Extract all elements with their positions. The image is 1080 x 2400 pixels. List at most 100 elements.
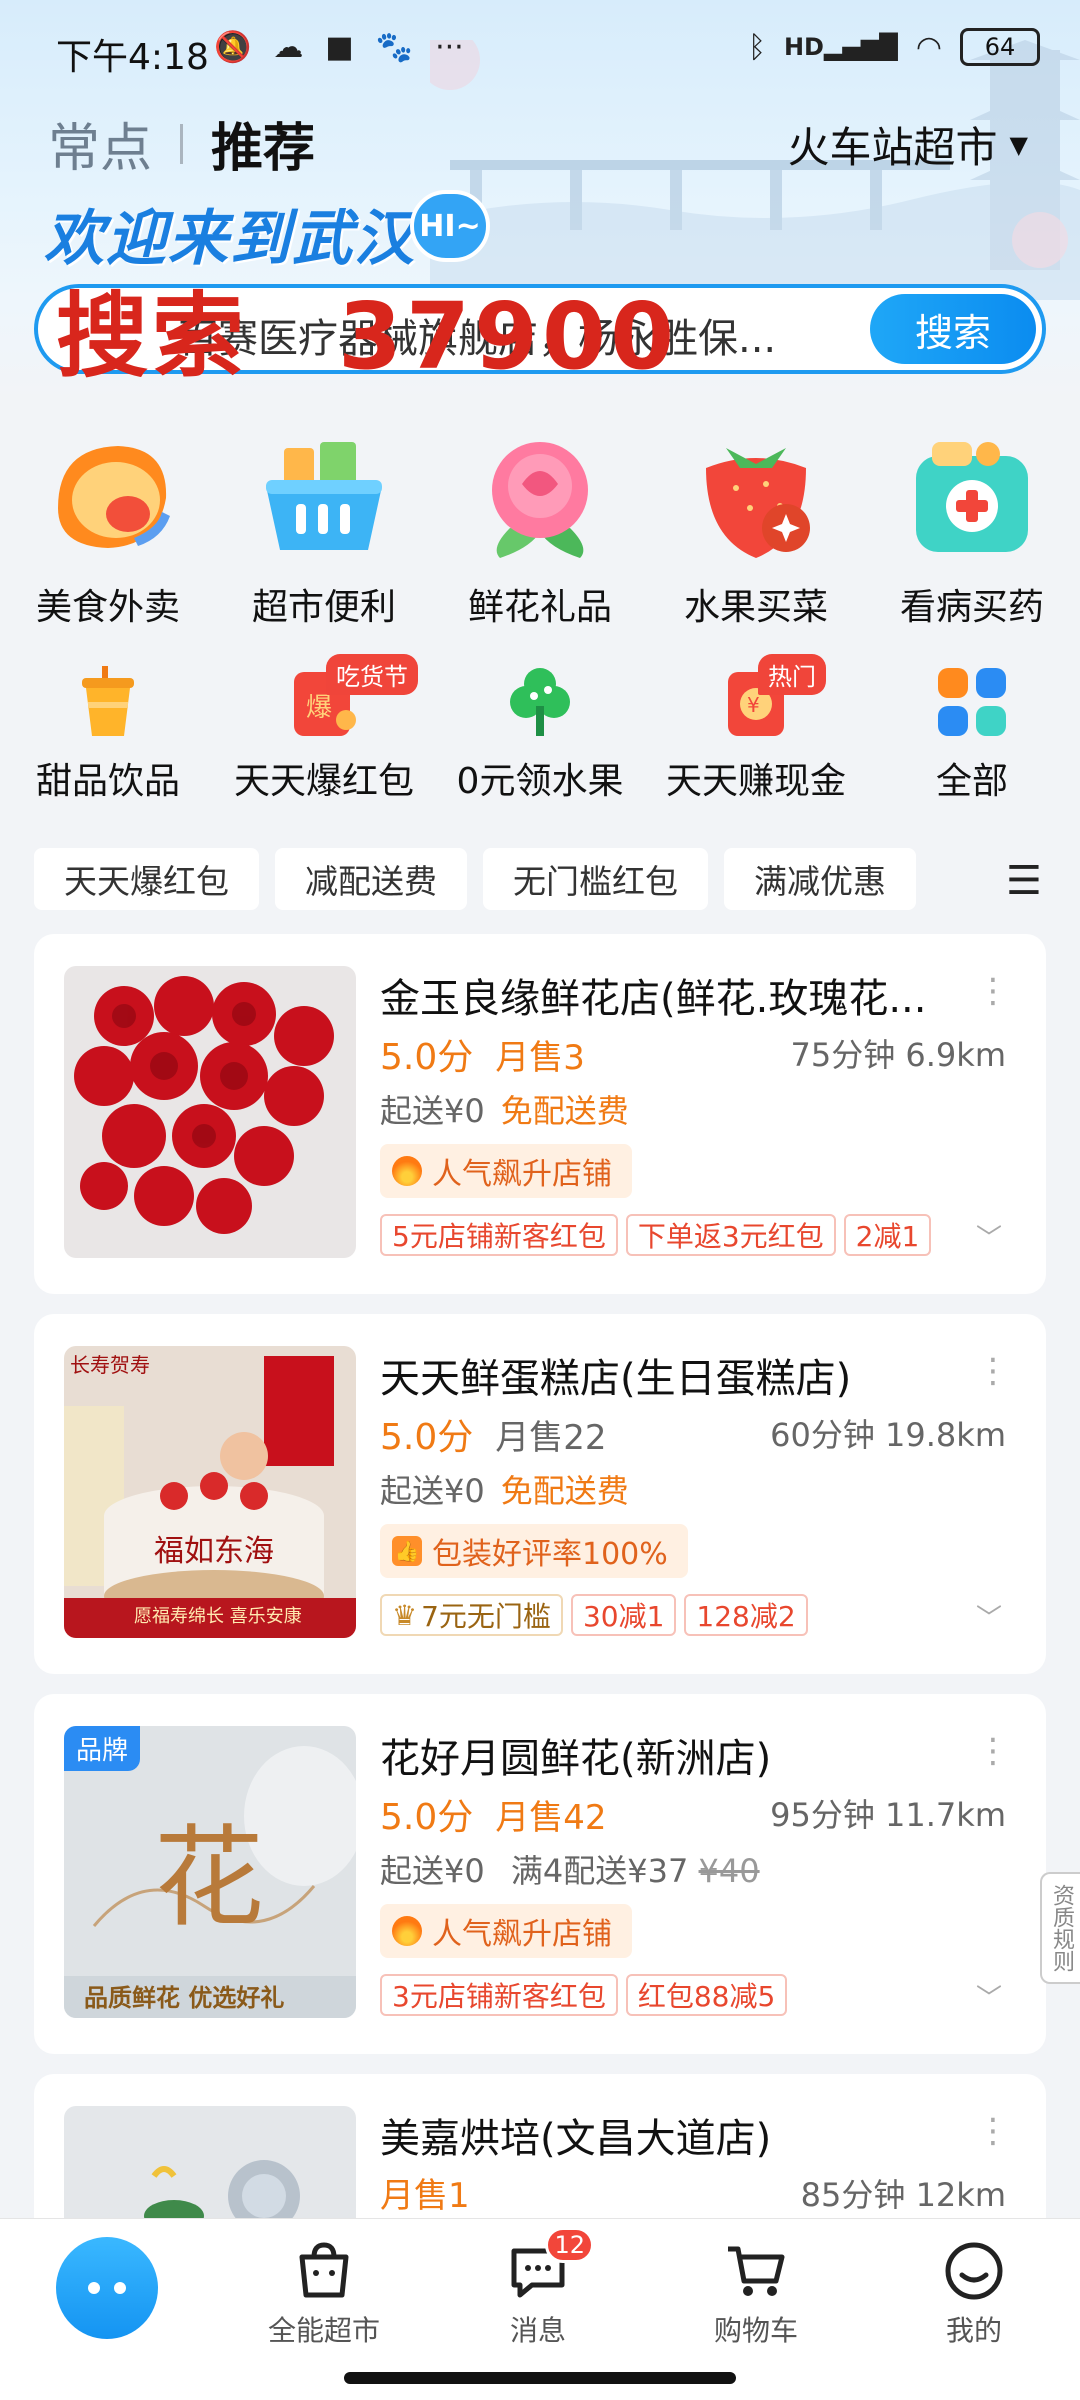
overlay-word: 搜索 xyxy=(56,283,249,390)
home-indicator xyxy=(344,2372,736,2384)
svg-text:花: 花 xyxy=(154,1814,264,1942)
home-button[interactable] xyxy=(56,2237,158,2339)
chevron-down-icon[interactable]: ﹀ xyxy=(976,1218,1002,1255)
store-sales: 月售1 xyxy=(380,2176,470,2216)
delivery-fee: 免配送费 xyxy=(500,1092,629,1130)
signal-icon: HD▂▄▆█ xyxy=(783,33,898,61)
more-options-icon[interactable]: ⋮ xyxy=(976,1734,1010,1768)
min-order: 起送¥0 xyxy=(380,1852,485,1890)
store-badge: 👍 包装好评率100% xyxy=(380,1524,688,1578)
food-delivery-icon xyxy=(38,428,178,568)
store-score: 5.0分 xyxy=(380,1797,474,1838)
fire-icon xyxy=(392,1156,422,1186)
tab-recommend[interactable]: 推荐 xyxy=(211,106,315,181)
filter-menu-icon[interactable]: ☰ xyxy=(1006,858,1042,904)
category-supermarket[interactable]: 超市便利 xyxy=(216,428,432,630)
status-time: 下午4:18 xyxy=(56,37,209,78)
min-order: 起送¥0 xyxy=(380,1472,485,1510)
promo-tags: ♛ 7元无门槛 30减1 128减2 xyxy=(380,1594,808,1636)
promo-tag: ♛ 7元无门槛 xyxy=(380,1594,563,1636)
unread-badge: 12 xyxy=(545,2227,594,2263)
profile-smile-icon xyxy=(942,2239,1006,2303)
store-image-roses xyxy=(64,966,356,1258)
promo-tag: 128减2 xyxy=(684,1594,808,1636)
category-food-delivery[interactable]: 美食外卖 xyxy=(0,428,216,630)
category-desserts-drinks[interactable]: 甜品饮品 xyxy=(0,662,216,804)
category-earn-cash[interactable]: 热门 ¥ 天天赚现金 xyxy=(648,654,864,804)
svg-text:爆: 爆 xyxy=(306,693,332,723)
store-card[interactable]: 品牌 花 品质鲜花 优选好礼 花好月圆鲜花(新洲店) ⋮ 5.0分 月售42 95… xyxy=(34,1694,1046,2054)
store-eta: 75分钟 6.9km xyxy=(790,1036,1007,1074)
filter-no-threshold[interactable]: 无门槛红包 xyxy=(483,848,708,910)
qualification-rules-tab[interactable]: 资质规则 xyxy=(1040,1872,1080,1984)
chevron-down-icon[interactable]: ﹀ xyxy=(976,1978,1002,2015)
store-eta: 60分钟 19.8km xyxy=(770,1416,1006,1454)
shopping-basket-icon xyxy=(254,428,394,568)
status-bar: 下午4:18 🔕 ☁ ■ 🐾 ··· ᛒ HD▂▄▆█ ◠ 64 xyxy=(0,0,1080,104)
strawberry-icon xyxy=(686,428,826,568)
cloud-app-icon: ☁ xyxy=(273,30,304,65)
tab-frequent[interactable]: 常点 xyxy=(48,106,152,181)
category-row-primary: 美食外卖 超市便利 鲜花礼品 水果买菜 看病买药 xyxy=(0,428,1080,630)
promo-tag: 5元店铺新客红包 xyxy=(380,1214,618,1256)
filter-discounts[interactable]: 满减优惠 xyxy=(724,848,916,910)
caret-down-icon: ▼ xyxy=(1009,130,1028,159)
store-sales: 月售3 xyxy=(495,1038,585,1078)
store-sales: 月售42 xyxy=(495,1798,607,1838)
promo-tags: 3元店铺新客红包 红包88减5 xyxy=(380,1974,788,2016)
more-options-icon[interactable]: ⋮ xyxy=(976,1354,1010,1388)
filter-daily-red-packet[interactable]: 天天爆红包 xyxy=(34,848,259,910)
category-flowers[interactable]: 鲜花礼品 xyxy=(432,428,648,630)
top-tabs: 常点 推荐 xyxy=(48,106,315,181)
store-eta: 95分钟 11.7km xyxy=(770,1796,1006,1834)
delivery-fee: 免配送费 xyxy=(500,1472,629,1510)
food-festival-tag: 吃货节 xyxy=(326,654,418,695)
category-free-fruit[interactable]: 0元领水果 xyxy=(432,662,648,804)
store-image-cake: 长寿贺寿 愿福寿绵长 喜乐安康 福如东海 xyxy=(64,1346,356,1638)
store-name[interactable]: 天天鲜蛋糕店(生日蛋糕店) xyxy=(380,1346,960,1404)
store-name[interactable]: 花好月圆鲜花(新洲店) xyxy=(380,1726,960,1784)
category-all[interactable]: 全部 xyxy=(864,662,1080,804)
overlay-number: 37900 xyxy=(338,283,679,390)
fire-icon xyxy=(392,1916,422,1946)
svg-text:愿福寿绵长 喜乐安康: 愿福寿绵长 喜乐安康 xyxy=(134,1606,302,1627)
promo-tag: 2减1 xyxy=(843,1214,932,1256)
svg-text:品质鲜花 优选好礼: 品质鲜花 优选好礼 xyxy=(84,1984,284,2012)
store-card[interactable]: 长寿贺寿 愿福寿绵长 喜乐安康 福如东海 天天鲜蛋糕店(生日蛋糕店) ⋮ 5.0… xyxy=(34,1314,1046,1674)
category-fruit-veg[interactable]: 水果买菜 xyxy=(648,428,864,630)
category-medicine[interactable]: 看病买药 xyxy=(864,428,1080,630)
promo-tag: 30减1 xyxy=(570,1594,677,1636)
store-badge: 人气飙升店铺 xyxy=(380,1144,632,1198)
store-card[interactable]: 金玉良缘鲜花店(鲜花.玫瑰花... ⋮ 5.0分 月售3 75分钟 6.9km 起… xyxy=(34,934,1046,1294)
thumbs-up-icon: 👍 xyxy=(392,1536,422,1566)
more-options-icon[interactable]: ⋮ xyxy=(976,974,1010,1008)
promo-tags: 5元店铺新客红包 下单返3元红包 2减1 xyxy=(380,1214,932,1256)
delivery-fee-original: ¥40 xyxy=(698,1852,760,1890)
store-name[interactable]: 美嘉烘培(文昌大道店) xyxy=(380,2106,960,2164)
svg-text:长寿贺寿: 长寿贺寿 xyxy=(70,1353,150,1377)
nav-messages[interactable]: 12 消息 xyxy=(468,2227,608,2349)
message-icon: 12 xyxy=(506,2227,594,2303)
brand-tag: 品牌 xyxy=(64,1726,141,1771)
category-daily-red-packet[interactable]: 吃货节 爆 天天爆红包 xyxy=(216,654,432,804)
store-sales: 月售22 xyxy=(495,1418,607,1458)
nav-cart[interactable]: 购物车 xyxy=(686,2239,826,2349)
svg-text:福如东海: 福如东海 xyxy=(154,1534,274,1569)
tab-divider xyxy=(180,123,184,164)
filter-chips: 天天爆红包 减配送费 无门槛红包 满减优惠 xyxy=(34,848,916,910)
mute-bell-icon: 🔕 xyxy=(214,30,252,65)
nav-all-market[interactable]: 全能超市 xyxy=(254,2239,394,2349)
bluetooth-icon: ᛒ xyxy=(747,29,766,65)
filter-reduced-delivery[interactable]: 减配送费 xyxy=(275,848,467,910)
location-label: 火车站超市 xyxy=(787,123,998,172)
more-options-icon[interactable]: ⋮ xyxy=(976,2114,1010,2148)
nav-profile[interactable]: 我的 xyxy=(904,2239,1044,2349)
medicine-box-icon xyxy=(902,428,1042,568)
wifi-icon: ◠ xyxy=(915,29,942,65)
chevron-down-icon[interactable]: ﹀ xyxy=(976,1598,1002,1635)
tree-icon xyxy=(500,662,580,742)
store-name[interactable]: 金玉良缘鲜花店(鲜花.玫瑰花... xyxy=(380,966,960,1024)
location-selector[interactable]: 火车站超市 ▼ xyxy=(788,114,1028,175)
store-score: 5.0分 xyxy=(380,1417,474,1458)
search-button[interactable]: 搜索 xyxy=(870,294,1036,364)
